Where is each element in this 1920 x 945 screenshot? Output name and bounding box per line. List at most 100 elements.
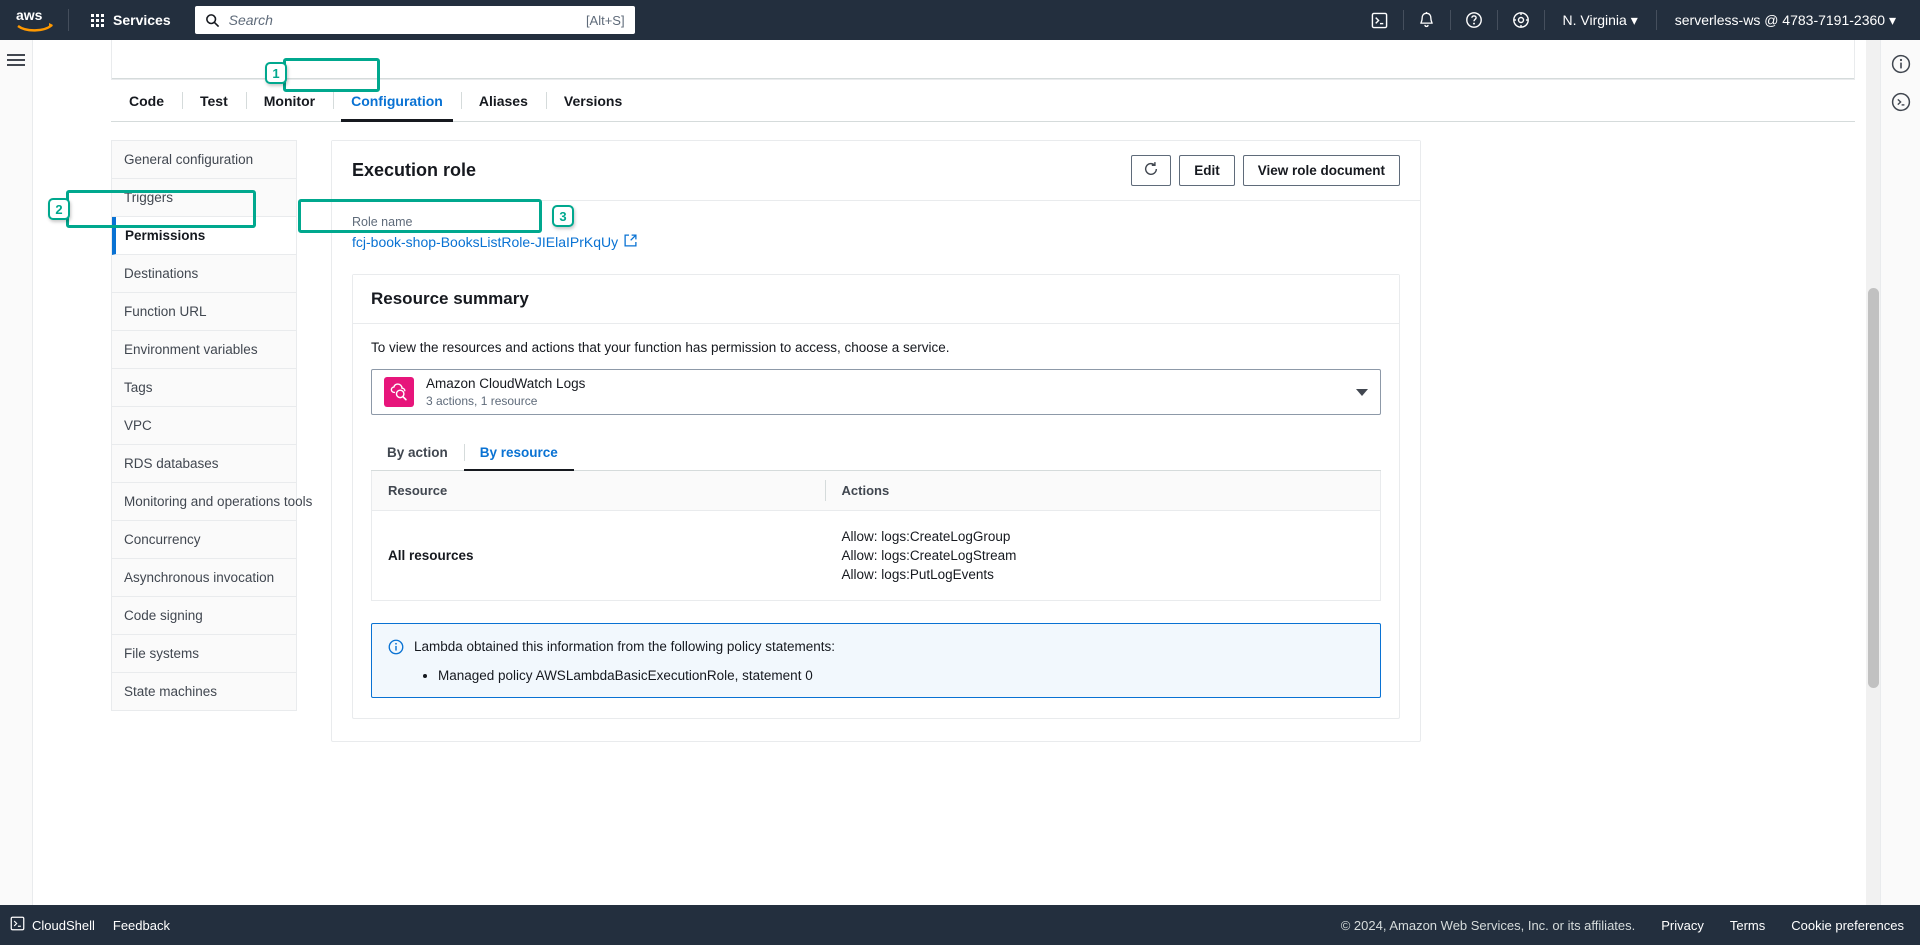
divider xyxy=(1402,10,1404,30)
footer-copyright: © 2024, Amazon Web Services, Inc. or its… xyxy=(1340,917,1636,933)
service-selector[interactable]: Amazon CloudWatch Logs 3 actions, 1 reso… xyxy=(371,369,1381,415)
annotation-badge-1: 1 xyxy=(265,62,287,84)
panel-header: Execution role Edit View role document xyxy=(332,141,1420,201)
summary-tab-by-resource[interactable]: By resource xyxy=(463,435,574,471)
sidebar-item-concurrency[interactable]: Concurrency xyxy=(112,521,296,559)
cloudshell-icon[interactable] xyxy=(1363,0,1397,40)
tab-versions[interactable]: Versions xyxy=(545,80,640,121)
permissions-table: Resource Actions All resources Allow: log… xyxy=(371,471,1381,602)
view-role-document-button[interactable]: View role document xyxy=(1242,155,1400,186)
sidebar-item-monitoring-and-operations-tools[interactable]: Monitoring and operations tools xyxy=(112,483,312,521)
aws-logo[interactable]: aws xyxy=(16,7,56,33)
role-name-text: fcj-book-shop-BooksListRole-JIElaIPrKqUy xyxy=(352,234,619,250)
sidebar-item-tags[interactable]: Tags xyxy=(112,369,296,407)
sidebar-item-function-url[interactable]: Function URL xyxy=(112,293,296,331)
search-placeholder: Search xyxy=(228,12,273,28)
refresh-button[interactable] xyxy=(1131,155,1172,186)
cloudshell-panel-icon[interactable] xyxy=(1889,90,1913,114)
service-name: Amazon CloudWatch Logs xyxy=(426,375,586,391)
footer-right: © 2024, Amazon Web Services, Inc. or its… xyxy=(1341,918,1904,933)
function-header-strip xyxy=(111,40,1855,80)
region-label: N. Virginia xyxy=(1562,11,1627,28)
table-row: All resources Allow: logs:CreateLogGroup A… xyxy=(372,511,1381,601)
cell-actions: Allow: logs:CreateLogGroup Allow: logs:Cr… xyxy=(826,511,1381,601)
sidebar-item-asynchronous-invocation[interactable]: Asynchronous invocation xyxy=(112,559,296,597)
cloudwatch-logs-icon xyxy=(384,377,414,407)
refresh-icon xyxy=(1143,161,1159,180)
footer-cookie-preferences-link[interactable]: Cookie preferences xyxy=(1791,918,1904,933)
column-header-actions: Actions xyxy=(825,471,1381,511)
sidebar-item-code-signing[interactable]: Code signing xyxy=(112,597,296,635)
account-menu[interactable]: serverless-ws @ 4783-7191-2360 ▾ xyxy=(1663,12,1908,29)
tab-monitor[interactable]: Monitor xyxy=(245,80,333,121)
services-menu-button[interactable]: Services xyxy=(81,6,181,34)
tab-configuration[interactable]: Configuration xyxy=(333,80,461,122)
account-label: serverless-ws @ 4783-7191-2360 xyxy=(1674,11,1886,28)
notifications-icon[interactable] xyxy=(1410,0,1444,40)
tab-aliases[interactable]: Aliases xyxy=(460,80,546,121)
cell-resource: All resources xyxy=(388,548,474,564)
alert-content: Lambda obtained this information from th… xyxy=(414,638,835,683)
annotation-badge-2: 2 xyxy=(48,198,70,220)
top-navigation: aws Services Search [Alt+S] N. Virginia … xyxy=(0,0,1920,40)
top-nav-right-group: N. Virginia ▾ serverless-ws @ 4783-7191-… xyxy=(1363,0,1909,40)
sidebar-item-file-systems[interactable]: File systems xyxy=(112,635,296,673)
sidebar-item-vpc[interactable]: VPC xyxy=(112,407,296,445)
resource-summary-header: Resource summary xyxy=(353,275,1399,324)
footer-cloudshell-button[interactable]: CloudShell xyxy=(10,916,95,934)
sidebar-item-permissions[interactable]: Permissions xyxy=(112,217,296,255)
tab-test[interactable]: Test xyxy=(182,80,246,121)
cloudshell-icon xyxy=(10,916,25,934)
service-texts: Amazon CloudWatch Logs 3 actions, 1 reso… xyxy=(426,376,1356,408)
sidebar-item-rds-databases[interactable]: RDS databases xyxy=(112,445,296,483)
resource-summary-title: Resource summary xyxy=(371,289,529,308)
footer-left: CloudShell Feedback xyxy=(10,916,170,934)
sidebar-item-state-machines[interactable]: State machines xyxy=(112,673,296,710)
alert-list-item: Managed policy AWSLambdaBasicExecutionRo… xyxy=(438,668,835,683)
action-line: Allow: logs:CreateLogStream xyxy=(841,548,1017,564)
sidebar-item-destinations[interactable]: Destinations xyxy=(112,255,296,293)
resource-summary-body: To view the resources and actions that y… xyxy=(353,324,1399,718)
chevron-down-icon: ▾ xyxy=(1630,11,1638,28)
info-panel-icon[interactable] xyxy=(1889,52,1913,76)
footer-cloudshell-label: CloudShell xyxy=(32,917,95,933)
main-content: Code Test Monitor Configuration Aliases Versi… xyxy=(33,40,1880,945)
annotation-badge-3: 3 xyxy=(552,205,574,227)
tab-code[interactable]: Code xyxy=(111,80,182,121)
sidebar-item-environment-variables[interactable]: Environment variables xyxy=(112,331,296,369)
footer-privacy-link[interactable]: Privacy xyxy=(1661,918,1704,933)
search-shortcut-hint: [Alt+S] xyxy=(585,12,625,28)
role-name-link[interactable]: fcj-book-shop-BooksListRole-JIElaIPrKqUy xyxy=(352,234,637,250)
footer-bar: CloudShell Feedback © 2024, Amazon Web S… xyxy=(0,905,1920,945)
summary-tab-by-action[interactable]: By action xyxy=(371,435,464,470)
chevron-down-icon: ▾ xyxy=(1888,11,1896,28)
svg-text:aws: aws xyxy=(16,7,43,23)
help-icon[interactable] xyxy=(1457,0,1491,40)
search-input[interactable]: Search [Alt+S] xyxy=(194,6,635,34)
role-name-label: Role name xyxy=(352,215,413,229)
function-tabs: Code Test Monitor Configuration Aliases Versi… xyxy=(111,80,1855,122)
sidebar-item-triggers[interactable]: Triggers xyxy=(112,179,296,217)
grid-icon xyxy=(91,13,104,27)
settings-icon[interactable] xyxy=(1504,0,1538,40)
region-selector[interactable]: N. Virginia ▾ xyxy=(1551,12,1650,29)
action-line: Allow: logs:PutLogEvents xyxy=(841,567,994,583)
footer-terms-link[interactable]: Terms xyxy=(1730,918,1765,933)
edit-button[interactable]: Edit xyxy=(1179,155,1235,186)
alert-text: Lambda obtained this information from th… xyxy=(414,639,835,655)
left-rail xyxy=(0,40,33,945)
divider xyxy=(1449,10,1451,30)
search-icon xyxy=(205,13,220,28)
menu-toggle-icon[interactable] xyxy=(7,54,25,66)
panel-actions: Edit View role document xyxy=(1131,155,1400,186)
configuration-sidebar: General configuration Triggers Permissions… xyxy=(111,140,312,711)
vertical-scrollbar[interactable] xyxy=(1866,40,1880,945)
page-title: Execution role xyxy=(352,160,477,180)
services-label: Services xyxy=(113,12,171,28)
divider xyxy=(1543,10,1545,30)
sidebar-item-general-configuration[interactable]: General configuration xyxy=(112,141,296,179)
table-body: All resources Allow: logs:CreateLogGroup A… xyxy=(372,511,1381,601)
scrollbar-thumb[interactable] xyxy=(1868,288,1879,688)
table-head: Resource Actions xyxy=(371,471,1381,511)
footer-feedback-link[interactable]: Feedback xyxy=(113,918,170,933)
